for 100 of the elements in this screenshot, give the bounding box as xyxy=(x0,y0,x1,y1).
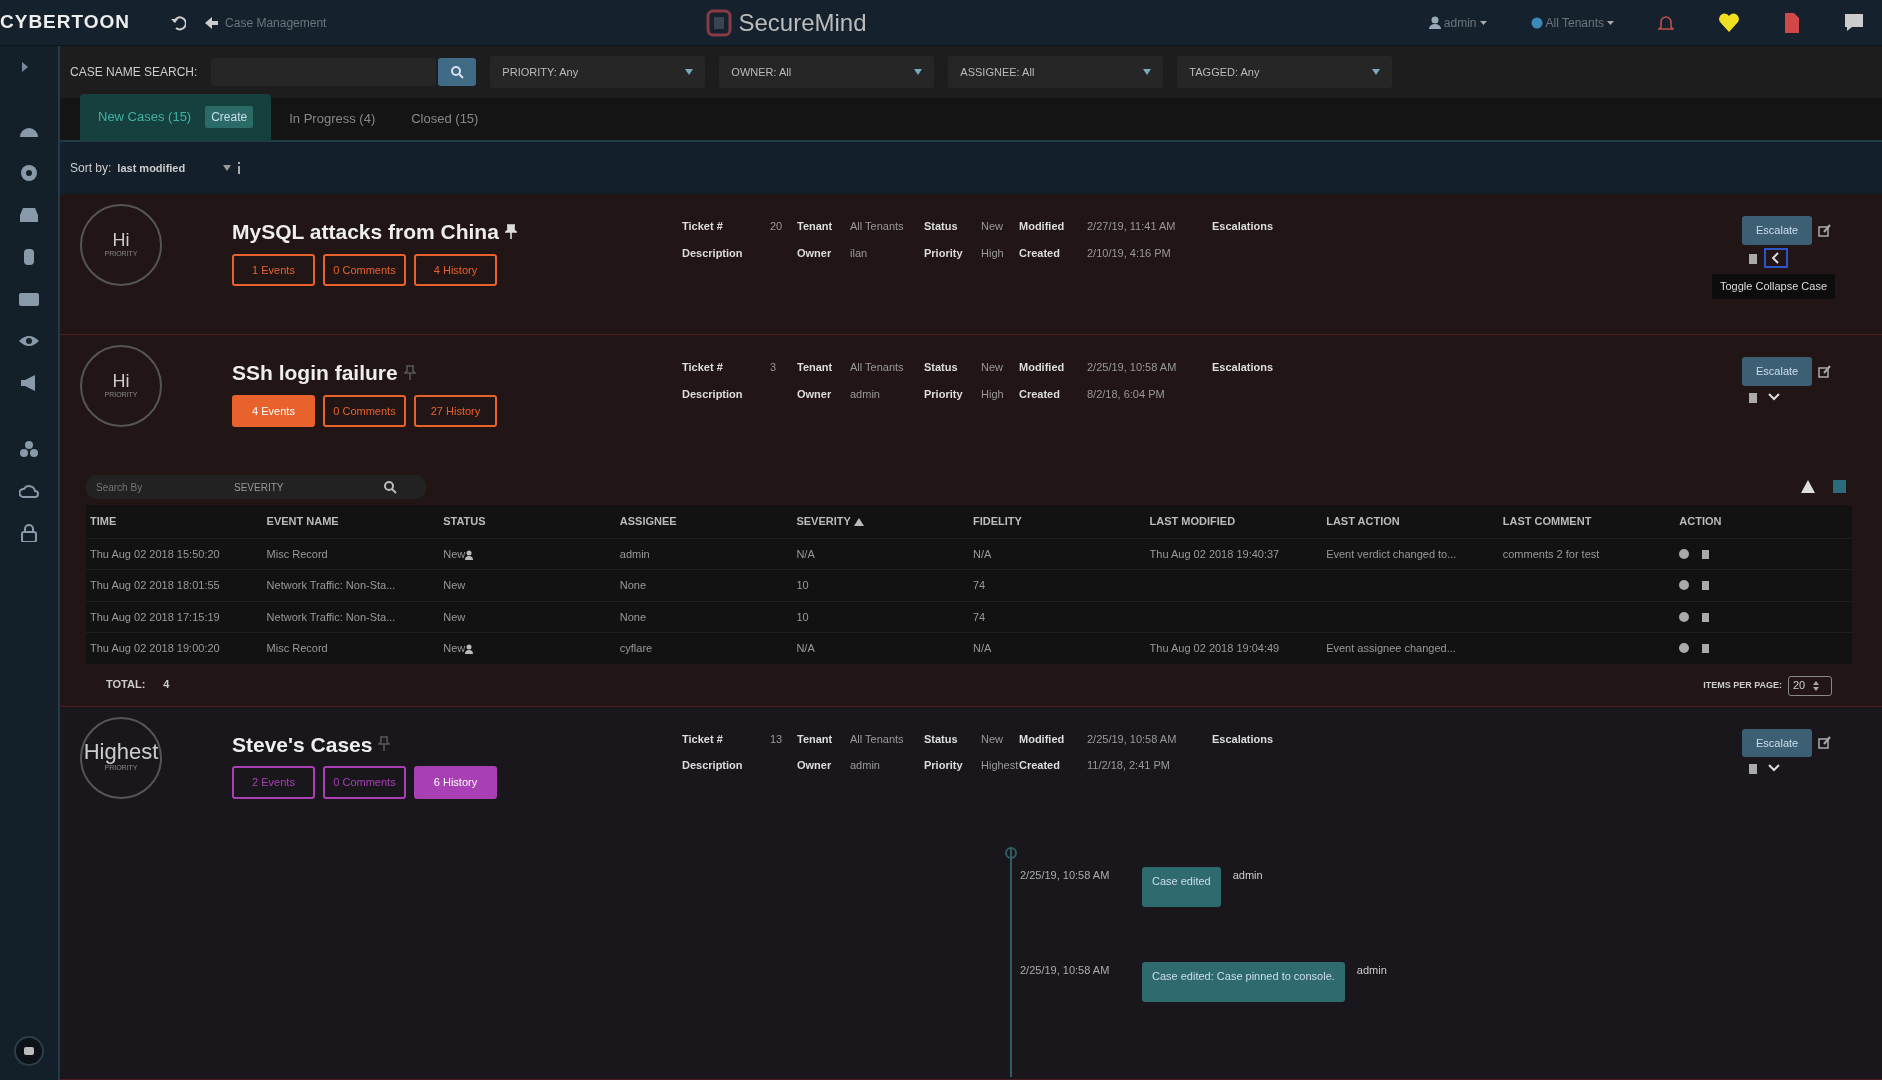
event-search-bar[interactable]: Search By SEVERITY xyxy=(86,475,426,499)
column-header[interactable]: LAST COMMENT xyxy=(1498,505,1676,538)
column-header[interactable]: TIME xyxy=(86,505,263,538)
field-label: Owner xyxy=(797,758,833,773)
column-header[interactable]: ACTION xyxy=(1675,505,1852,538)
filter-dropdown[interactable]: TAGGED: Any xyxy=(1177,56,1393,88)
field-value: 2/10/19, 4:16 PM xyxy=(1087,245,1172,261)
column-header[interactable]: LAST MODIFIED xyxy=(1145,505,1323,538)
collapse-button[interactable] xyxy=(1764,247,1788,268)
table-cell: Thu Aug 02 2018 15:50:20 xyxy=(90,547,220,560)
timeline-time: 2/25/19, 10:58 AM xyxy=(1020,962,1111,978)
field-label: Tenant xyxy=(797,219,834,234)
tab[interactable]: Closed (15) xyxy=(393,96,497,140)
table-cell: Misc Record xyxy=(266,642,328,654)
column-header[interactable]: ASSIGNEE xyxy=(615,505,793,538)
table-cell: New xyxy=(443,642,466,654)
field-label: Ticket # xyxy=(682,731,724,747)
table-cell: None xyxy=(619,579,647,591)
chat-bubble-icon[interactable] xyxy=(14,1036,44,1066)
create-button[interactable]: Create xyxy=(205,106,254,128)
table-cell: Thu Aug 02 2018 17:15:19 xyxy=(90,610,220,623)
field-label: Escalations xyxy=(1212,360,1275,375)
edit-icon[interactable] xyxy=(1818,364,1832,378)
field-label: Escalations xyxy=(1212,219,1275,234)
escalate-button[interactable]: Escalate xyxy=(1742,216,1813,245)
filter-dropdown[interactable]: PRIORITY: Any xyxy=(490,56,706,88)
filter-dropdown[interactable]: ASSIGNEE: All xyxy=(948,56,1164,88)
field-label: Description xyxy=(682,386,744,402)
case-tab-button[interactable]: 0 Comments xyxy=(323,394,406,427)
timeline-entry: Case edited: Case pinned to console. xyxy=(1142,961,1345,1002)
search-label: CASE NAME SEARCH: xyxy=(70,64,198,81)
table-cell: Thu Aug 02 2018 19:40:37 xyxy=(1149,547,1280,560)
case-tab-button[interactable]: 2 Events xyxy=(232,766,315,799)
total-label: TOTAL: xyxy=(106,676,146,692)
lock-icon[interactable] xyxy=(19,524,39,542)
timeline-entry: Case edited xyxy=(1142,866,1221,907)
case-tab-button[interactable]: 0 Comments xyxy=(323,253,406,286)
case-tab-button[interactable]: 0 Comments xyxy=(323,766,406,799)
escalate-button[interactable]: Escalate xyxy=(1742,357,1813,386)
edit-icon[interactable] xyxy=(1818,736,1832,750)
case-tab-button[interactable]: 27 History xyxy=(414,394,497,427)
tooltip: Toggle Collapse Case xyxy=(1712,274,1835,299)
case-tab-button[interactable]: 1 Events xyxy=(232,253,315,286)
user-icon xyxy=(465,644,474,655)
filter-dropdown[interactable]: OWNER: All xyxy=(719,56,935,88)
column-header[interactable]: LAST ACTION xyxy=(1322,505,1499,538)
column-header[interactable]: EVENT NAME xyxy=(262,505,440,538)
sort-label: Sort by: xyxy=(70,160,112,177)
tab[interactable]: In Progress (4) xyxy=(271,96,394,140)
field-value: 2/25/19, 10:58 AM xyxy=(1087,731,1178,747)
caret-icon[interactable] xyxy=(223,165,232,171)
card-icon[interactable] xyxy=(19,290,39,308)
tenant-menu[interactable]: All Tenants xyxy=(1545,13,1604,32)
timeline-user: admin xyxy=(1356,962,1387,978)
tab[interactable]: New Cases (15) Create xyxy=(80,94,272,140)
chat-icon[interactable] xyxy=(1844,13,1864,32)
field-value: New xyxy=(981,360,1004,375)
heart-icon[interactable] xyxy=(1718,12,1740,33)
sort-dropdown[interactable]: last modified xyxy=(117,159,218,177)
chevron-left-icon xyxy=(1770,251,1782,264)
inbox-icon[interactable] xyxy=(19,206,39,224)
document-icon[interactable] xyxy=(1784,11,1800,34)
caret-icon[interactable] xyxy=(1479,20,1487,25)
timeline-time: 2/25/19, 10:58 AM xyxy=(1020,867,1111,883)
table-cell: N/A xyxy=(972,642,992,654)
page-size-select[interactable]: 20 xyxy=(1788,675,1832,696)
table-cell: Thu Aug 02 2018 18:01:55 xyxy=(90,579,220,591)
column-header[interactable]: FIDELITY xyxy=(968,505,1146,538)
caret-icon[interactable] xyxy=(1607,20,1614,25)
breadcrumb-link[interactable]: Case Management xyxy=(225,13,327,32)
field-value: New xyxy=(981,219,1004,234)
back-arrow-icon[interactable] xyxy=(204,15,220,30)
case-title: Steve's Cases xyxy=(232,731,373,758)
sort-up-icon xyxy=(853,518,864,527)
table-cell: N/A xyxy=(796,642,815,654)
case-search-field[interactable] xyxy=(211,58,437,86)
table-cell: Event assignee changed... xyxy=(1326,642,1456,654)
bell-icon[interactable] xyxy=(1658,14,1674,31)
field-value: 11/2/18, 2:41 PM xyxy=(1087,758,1171,773)
case-tab-button[interactable]: 4 Events xyxy=(232,394,315,427)
field-label: Priority xyxy=(924,758,964,773)
warning-icon[interactable] xyxy=(1801,480,1815,493)
cloud-icon[interactable] xyxy=(19,482,39,500)
undo-icon[interactable] xyxy=(170,14,187,31)
target-icon[interactable] xyxy=(19,164,39,182)
search-button[interactable] xyxy=(438,58,477,86)
column-header[interactable]: SEVERITY xyxy=(792,505,969,538)
field-label: Description xyxy=(682,758,744,773)
search-by-dropdown[interactable]: SEVERITY xyxy=(234,479,384,495)
escalate-button[interactable]: Escalate xyxy=(1742,728,1813,757)
case-tab-button[interactable]: 4 History xyxy=(414,253,497,286)
column-header[interactable]: STATUS xyxy=(439,505,616,538)
field-label: Tenant xyxy=(797,731,834,747)
info-icon[interactable] xyxy=(237,162,242,174)
edit-icon[interactable] xyxy=(1818,223,1832,237)
case-tab-button[interactable]: 6 History xyxy=(414,766,497,799)
product-name: SecureMind xyxy=(738,7,867,38)
chevron-down-icon xyxy=(1768,762,1780,774)
user-icon xyxy=(465,549,474,560)
user-menu[interactable]: admin xyxy=(1443,13,1477,32)
